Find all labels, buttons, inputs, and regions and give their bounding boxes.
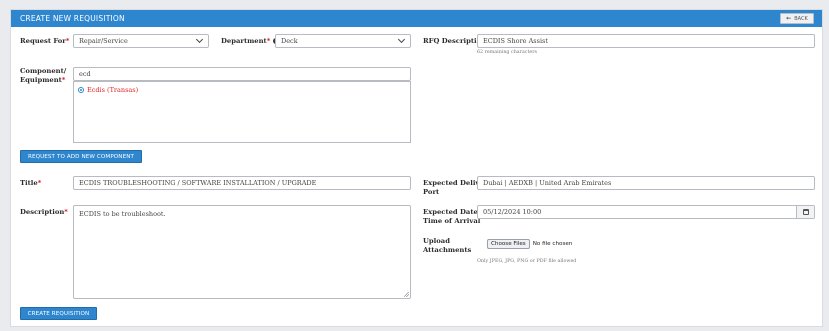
rfq-description-input[interactable]: ECDIS Shore Assist [477, 34, 815, 48]
rfq-description-value: ECDIS Shore Assist [483, 37, 548, 45]
component-search-input[interactable]: ecd [73, 67, 411, 81]
required-mark: * [61, 76, 66, 84]
component-label: Component/ Equipment* [20, 67, 66, 85]
title-input[interactable]: ECDIS TROUBLESHOOTING / SOFTWARE INSTALL… [73, 176, 411, 190]
requisition-panel: CREATE NEW REQUISITION ← BACK Request Fo… [10, 9, 823, 327]
request-for-label-text: Request For [20, 37, 66, 45]
back-button-label: BACK [794, 15, 808, 22]
add-component-button[interactable]: REQUEST TO ADD NEW COMPONENT [20, 150, 142, 163]
rfq-remaining-hint: 62 remaining characters [477, 50, 538, 55]
delivery-port-input[interactable]: Dubai | AEDXB | United Arab Emirates [477, 176, 815, 190]
description-value: ECDIS to be troubleshoot. [79, 210, 166, 218]
upload-label-line1: Upload [423, 237, 450, 245]
back-button[interactable]: ← BACK [780, 13, 814, 24]
component-label-line1: Component/ [20, 67, 67, 75]
choose-files-button[interactable]: Choose Files [487, 239, 530, 249]
component-search-value: ecd [79, 70, 91, 78]
panel-header: CREATE NEW REQUISITION ← BACK [11, 10, 822, 27]
required-mark: * [37, 179, 42, 187]
description-textarea[interactable]: ECDIS to be troubleshoot. [73, 205, 411, 299]
department-label: Department* i [221, 37, 279, 46]
upload-hint: Only JPEG, JPG, PNG or PDF file allowed [477, 259, 577, 264]
request-for-select[interactable]: Repair/Service [73, 34, 209, 48]
title-label: Title* [20, 179, 41, 188]
component-option-label: Ecdis (Transas) [87, 86, 139, 94]
description-label-text: Description [20, 208, 65, 216]
arrival-datetime-input[interactable]: 05/12/2024 10:00 [477, 205, 815, 219]
title-label-text: Title [20, 179, 38, 187]
department-value: Deck [281, 37, 298, 45]
required-mark: * [64, 208, 68, 216]
title-value: ECDIS TROUBLESHOOTING / SOFTWARE INSTALL… [79, 179, 317, 187]
department-select[interactable]: Deck [275, 34, 411, 48]
create-requisition-button[interactable]: CREATE REQUISITION [20, 307, 97, 320]
upload-label: Upload Attachments [423, 237, 471, 255]
component-label-line2: Equipment [20, 76, 62, 84]
chevron-down-icon [195, 35, 204, 44]
request-for-label: Request For* [20, 37, 69, 46]
description-label: Description* [20, 208, 68, 217]
component-options-list: Ecdis (Transas) [73, 81, 411, 143]
component-option[interactable]: Ecdis (Transas) [78, 86, 138, 94]
arrow-left-icon: ← [786, 15, 792, 22]
arrival-value: 05/12/2024 10:00 [483, 208, 542, 216]
radio-selected-icon[interactable] [78, 87, 84, 93]
request-for-value: Repair/Service [79, 37, 128, 45]
delivery-port-value: Dubai | AEDXB | United Arab Emirates [483, 179, 612, 187]
required-mark: * [65, 37, 70, 45]
file-status: No file chosen [532, 241, 573, 247]
department-label-text: Department [221, 37, 267, 45]
calendar-icon [802, 209, 809, 215]
calendar-button[interactable] [796, 206, 814, 218]
required-mark: * [266, 37, 271, 45]
page-title: CREATE NEW REQUISITION [20, 14, 125, 23]
resize-handle-icon[interactable] [404, 292, 409, 297]
chevron-down-icon [397, 35, 406, 44]
file-upload: Choose Files No file chosen [487, 239, 572, 249]
upload-label-line2: Attachments [423, 246, 472, 254]
